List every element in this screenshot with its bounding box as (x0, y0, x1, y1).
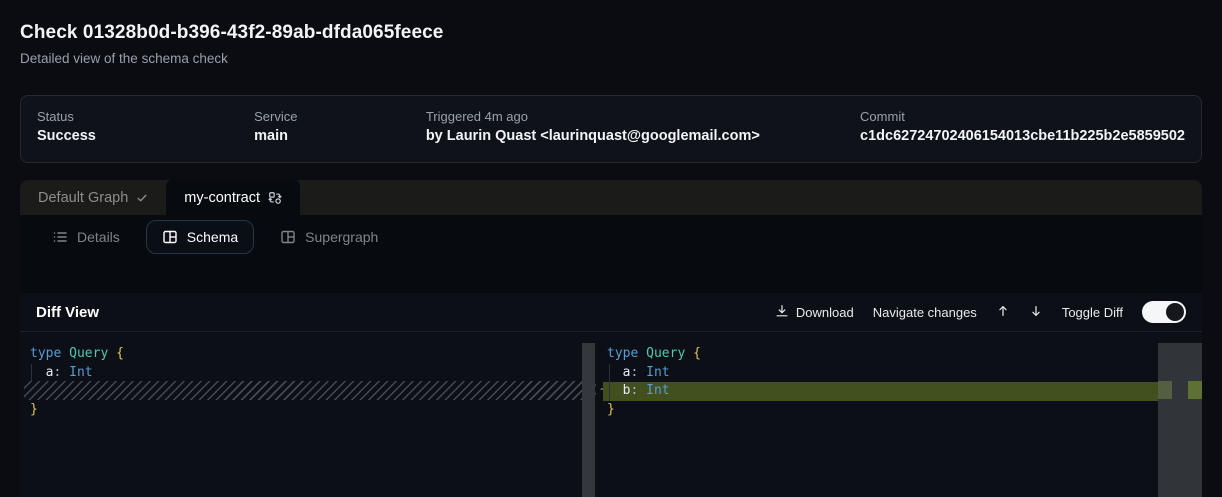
check-summary-card: Status Success Service main Triggered 4m… (20, 95, 1202, 163)
summary-service: Service main (254, 109, 426, 162)
status-label: Status (37, 109, 254, 124)
commit-value: c1dc62724702406154013cbe11b225b2e5859502 (860, 128, 1185, 144)
triggered-value: by Laurin Quast <laurinquast@googlemail.… (426, 128, 860, 144)
schema-check-page: Check 01328b0d-b396-43f2-89ab-dfda065fee… (0, 0, 1222, 497)
commit-label: Commit (860, 109, 1185, 124)
navigate-changes-label: Navigate changes (873, 305, 977, 320)
download-label: Download (796, 305, 854, 320)
tab-supergraph-label: Supergraph (305, 229, 378, 245)
toggle-diff-switch[interactable] (1142, 301, 1186, 323)
diff-header: Diff View Download Navigate changes (20, 293, 1202, 332)
tab-details-label: Details (77, 229, 120, 245)
panel-body: Details Schema (20, 215, 1202, 497)
contract-compare-icon (268, 191, 282, 205)
summary-triggered: Triggered 4m ago by Laurin Quast <laurin… (426, 109, 860, 162)
download-icon (775, 304, 789, 321)
tab-schema[interactable]: Schema (146, 220, 254, 254)
check-icon (136, 192, 148, 204)
tab-default-graph-label: Default Graph (38, 190, 128, 206)
added-line-overview-marker (1188, 381, 1202, 399)
service-label: Service (254, 109, 426, 124)
tab-schema-label: Schema (187, 229, 238, 245)
service-value: main (254, 128, 426, 144)
tab-supergraph[interactable]: Supergraph (264, 220, 394, 254)
arrow-down-icon (1029, 305, 1043, 322)
schema-diff-editor: type Query { a: Int} + type Query { a: I… (20, 333, 1202, 497)
next-change-button[interactable] (1029, 304, 1043, 321)
diff-pane-before[interactable]: type Query { a: Int} (20, 333, 595, 497)
columns-layout-icon (162, 229, 178, 245)
page-header: Check 01328b0d-b396-43f2-89ab-dfda065fee… (20, 22, 443, 66)
arrow-up-icon (996, 305, 1010, 322)
tab-my-contract-label: my-contract (184, 190, 260, 206)
page-subtitle: Detailed view of the schema check (20, 51, 443, 66)
toggle-knob (1166, 303, 1184, 321)
summary-commit: Commit c1dc62724702406154013cbe11b225b2e… (860, 109, 1185, 162)
tab-my-contract[interactable]: my-contract (166, 180, 300, 215)
added-line-scroll-tint (1158, 381, 1172, 399)
diff-section: Diff View Download Navigate changes (20, 293, 1202, 497)
diff-removed-placeholder-hatch (24, 381, 596, 400)
toggle-diff-label: Toggle Diff (1062, 305, 1123, 320)
main-panel: Default Graph my-contract (20, 180, 1202, 497)
left-pane-scrollbar[interactable] (582, 343, 595, 497)
tab-default-graph[interactable]: Default Graph (20, 180, 166, 215)
page-title: Check 01328b0d-b396-43f2-89ab-dfda065fee… (20, 22, 443, 44)
diff-controls: Download Navigate changes (775, 301, 1186, 323)
previous-change-button[interactable] (996, 304, 1010, 321)
summary-status: Status Success (37, 109, 254, 162)
diff-pane-after[interactable]: type Query { a: Int b: Int} (603, 333, 1158, 497)
list-icon (52, 229, 68, 245)
right-pane-scrollbar[interactable] (1158, 343, 1202, 497)
status-value: Success (37, 128, 254, 144)
graph-tab-strip: Default Graph my-contract (20, 180, 1202, 215)
tab-details[interactable]: Details (36, 220, 136, 254)
columns-layout-icon (280, 229, 296, 245)
triggered-label: Triggered 4m ago (426, 109, 860, 124)
view-tab-bar: Details Schema (20, 215, 1202, 258)
diff-view-title: Diff View (36, 304, 99, 321)
download-button[interactable]: Download (775, 304, 854, 321)
